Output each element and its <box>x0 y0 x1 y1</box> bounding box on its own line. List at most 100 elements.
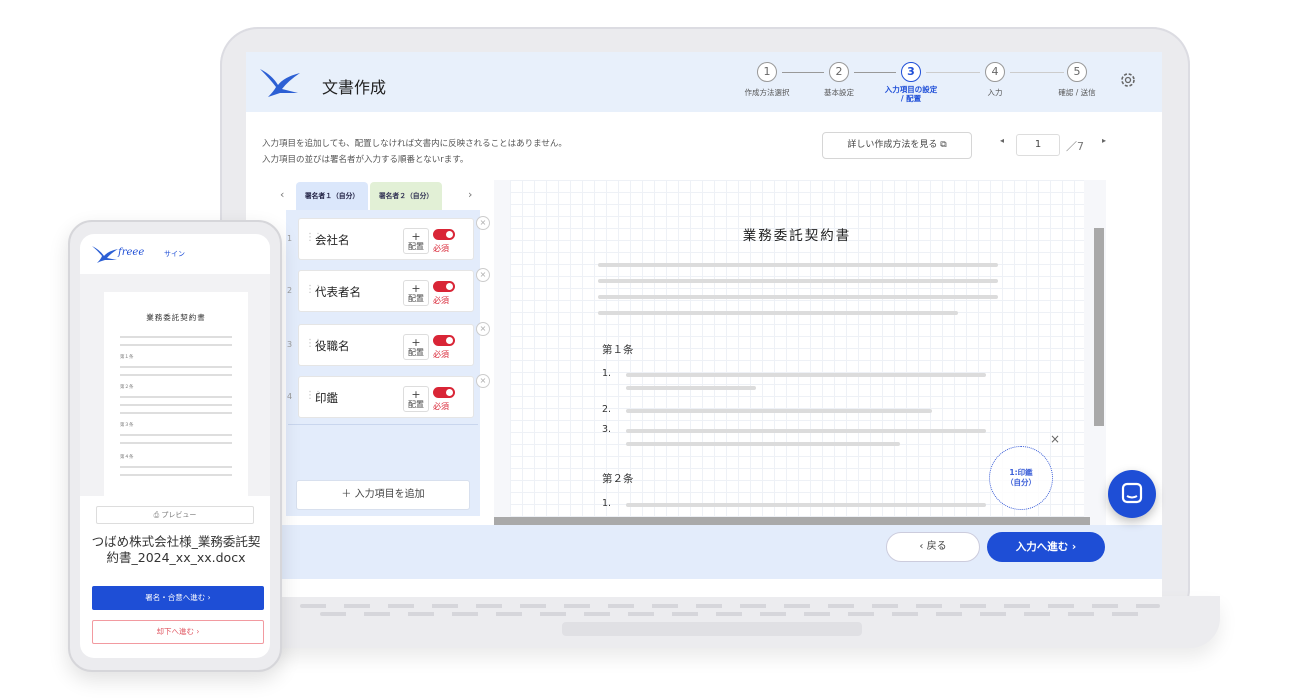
field-row-company[interactable]: 1 ⋮⋮ 会社名 + 配置 必須 × <box>286 214 490 264</box>
step-number: 4 <box>985 62 1005 82</box>
text-line <box>120 336 232 338</box>
gear-icon[interactable] <box>1118 70 1138 90</box>
remove-field-button[interactable]: × <box>476 216 490 230</box>
instruction-line: 入力項目の並びは署名者が入力する順番とないrます。 <box>262 155 469 165</box>
text-line <box>120 442 232 444</box>
plus-icon: + <box>411 336 421 349</box>
page-total: ／7 <box>1066 140 1084 153</box>
document-title: 業務委託契約書 <box>742 228 852 244</box>
text-line <box>598 263 998 267</box>
place-label: 配置 <box>408 242 424 251</box>
required-toggle[interactable] <box>433 335 455 346</box>
tab-signer-1[interactable]: 署名者１（自分） <box>296 182 368 210</box>
item-number: 3. <box>602 424 612 435</box>
article-heading: 第１条 <box>120 355 134 360</box>
field-name: 役職名 <box>315 339 350 353</box>
remove-field-button[interactable]: × <box>476 268 490 282</box>
article-heading: 第１条 <box>602 344 634 356</box>
phone-device: freee サイン 業務委託契約書 第１条 第２条 第３条 第４条 ⎙ プレビュ… <box>68 220 282 672</box>
field-card[interactable]: ⋮⋮ 役職名 + 配置 必須 × <box>298 322 490 366</box>
howto-button[interactable]: 詳しい作成方法を見る ⧉ <box>822 132 972 159</box>
field-order: 2 <box>287 286 293 295</box>
field-order: 4 <box>287 392 293 401</box>
remove-field-button[interactable]: × <box>476 374 490 388</box>
swallow-logo-icon[interactable] <box>258 65 302 99</box>
close-icon[interactable]: × <box>1050 432 1060 446</box>
field-row-title[interactable]: 3 ⋮⋮ 役職名 + 配置 必須 × <box>286 320 490 370</box>
text-line <box>626 386 756 390</box>
seal-owner: （自分） <box>1006 478 1036 487</box>
text-line <box>626 429 986 433</box>
text-line <box>120 466 232 468</box>
seal-placement-zone[interactable]: 1:印鑑 （自分） <box>989 446 1053 510</box>
remove-field-button[interactable]: × <box>476 322 490 336</box>
field-row-representative[interactable]: 2 ⋮⋮ 代表者名 + 配置 必須 × <box>286 266 490 316</box>
article-heading: 第２条 <box>120 385 134 390</box>
document-canvas[interactable]: 業務委託契約書 第１条 1. 2. 3. 第２条 1. × 1:印鑑 （自分） <box>494 180 1106 525</box>
required-toggle[interactable] <box>433 387 455 398</box>
plus-icon: + <box>411 388 421 401</box>
step-1[interactable]: 1 作成方法選択 <box>732 62 802 97</box>
text-line <box>598 295 998 299</box>
text-line <box>120 374 232 376</box>
proceed-to-sign-button[interactable]: 署名・合意へ進む › <box>92 586 264 610</box>
step-3[interactable]: 3 入力項目の設定 / 配置 <box>876 62 946 103</box>
text-line <box>626 503 986 507</box>
field-card[interactable]: ⋮⋮ 代表者名 + 配置 必須 × <box>298 268 490 312</box>
preview-title: 業務委託契約書 <box>146 313 206 322</box>
progress-stepper: 1 作成方法選択 2 基本設定 3 入力項目の設定 / 配置 4 入力 5 確認… <box>736 62 1106 106</box>
tab-scroll-left-button[interactable]: ‹ <box>280 188 284 201</box>
step-label: 入力項目の設定 / 配置 <box>876 85 946 103</box>
vertical-scrollbar[interactable] <box>1094 228 1104 426</box>
page-title: 文書作成 <box>322 78 387 97</box>
proceed-to-input-button[interactable]: 入力へ進む › <box>987 532 1105 562</box>
place-label: 配置 <box>408 400 424 409</box>
document-preview[interactable]: 業務委託契約書 第１条 第２条 第３条 第４条 <box>80 274 270 496</box>
horizontal-scrollbar[interactable] <box>494 517 1090 525</box>
chat-bubble-icon <box>1121 482 1143 504</box>
place-label: 配置 <box>408 294 424 303</box>
plus-icon: + <box>411 230 421 243</box>
text-line <box>120 412 232 414</box>
tab-scroll-right-button[interactable]: › <box>468 188 472 201</box>
item-number: 1. <box>602 368 612 379</box>
step-label-line2: / 配置 <box>900 94 922 103</box>
text-line <box>120 366 232 368</box>
text-line <box>626 373 986 377</box>
field-row-seal[interactable]: 4 ⋮⋮ 印鑑 + 配置 必須 × <box>286 372 490 422</box>
field-card[interactable]: ⋮⋮ 会社名 + 配置 必須 × <box>298 216 490 260</box>
preview-button[interactable]: ⎙ プレビュー <box>96 506 254 524</box>
step-5[interactable]: 5 確認 / 送信 <box>1042 62 1112 97</box>
place-field-button[interactable]: + 配置 <box>403 386 429 412</box>
item-number: 2. <box>602 404 612 415</box>
required-label: 必須 <box>433 350 449 359</box>
step-label-line1: 入力項目の設定 <box>884 85 938 94</box>
field-order: 1 <box>287 234 293 243</box>
field-card[interactable]: ⋮⋮ 印鑑 + 配置 必須 × <box>298 374 490 418</box>
phone-screen: freee サイン 業務委託契約書 第１条 第２条 第３条 第４条 ⎙ プレビュ… <box>80 234 270 658</box>
brand-name: freee <box>118 247 145 258</box>
step-number: 3 <box>901 62 921 82</box>
keyboard-row <box>300 604 1160 608</box>
field-name: 印鑑 <box>315 391 338 405</box>
place-field-button[interactable]: + 配置 <box>403 280 429 306</box>
place-field-button[interactable]: + 配置 <box>403 334 429 360</box>
page-number-input[interactable]: 1 <box>1016 134 1060 156</box>
next-page-button[interactable]: ▸ <box>1102 136 1106 145</box>
step-label: 基本設定 <box>824 88 854 97</box>
proceed-to-decline-button[interactable]: 却下へ進む › <box>92 620 264 644</box>
required-toggle[interactable] <box>433 229 455 240</box>
step-label: 確認 / 送信 <box>1058 88 1096 97</box>
text-line <box>626 442 900 446</box>
back-button[interactable]: ‹ 戻る <box>886 532 980 562</box>
input-field-panel: 1 ⋮⋮ 会社名 + 配置 必須 × 2 ⋮⋮ 代表者名 + 配置 必須 × 3… <box>286 210 490 516</box>
page-navigator: ◂ 1 ／7 ▸ <box>994 134 1124 158</box>
tab-signer-2[interactable]: 署名者２（自分） <box>370 182 442 210</box>
place-field-button[interactable]: + 配置 <box>403 228 429 254</box>
step-2[interactable]: 2 基本設定 <box>804 62 874 97</box>
required-toggle[interactable] <box>433 281 455 292</box>
chat-button[interactable] <box>1108 470 1156 518</box>
prev-page-button[interactable]: ◂ <box>1000 136 1004 145</box>
add-field-button[interactable]: ＋ 入力項目を追加 <box>296 480 470 510</box>
step-4[interactable]: 4 入力 <box>960 62 1030 97</box>
